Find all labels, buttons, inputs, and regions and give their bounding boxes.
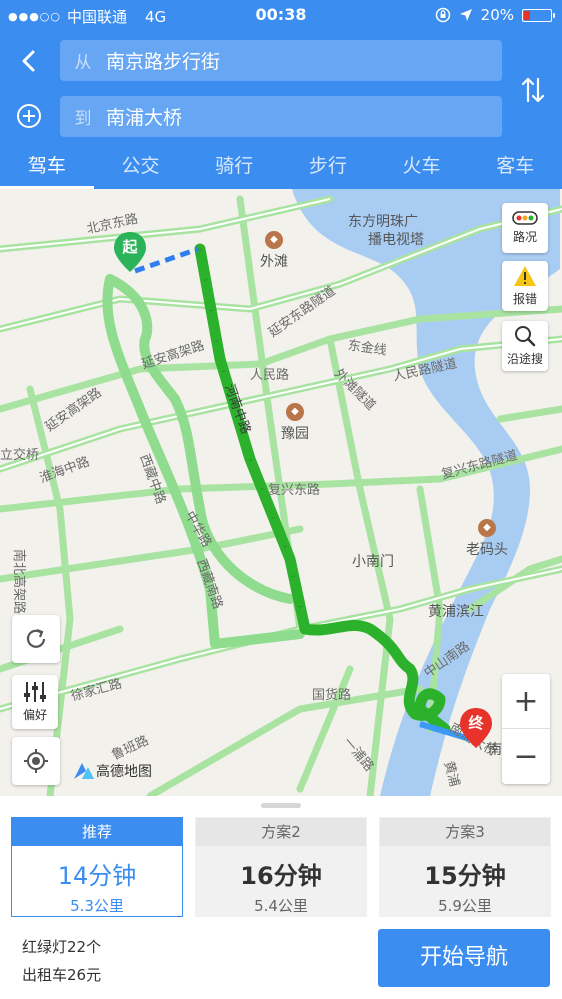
report-button[interactable]: 报错: [502, 261, 548, 311]
traffic-button[interactable]: 路况: [502, 203, 548, 253]
destination-field[interactable]: 到 南浦大桥: [60, 96, 502, 137]
label-lijiao: 立交桥: [0, 448, 40, 463]
taxi-fare: 出租车26元: [22, 966, 102, 984]
tab-bus[interactable]: 公交: [94, 144, 188, 189]
tab-walk[interactable]: 步行: [281, 144, 375, 189]
back-icon[interactable]: [12, 44, 46, 78]
location-arrow-icon: [459, 9, 472, 21]
destination-value: 南浦大桥: [106, 107, 183, 129]
zoom-out-button[interactable]: −: [502, 729, 550, 784]
route-card-3[interactable]: 方案3 15分钟 5.9公里: [379, 817, 551, 917]
along-search-button[interactable]: 沿途搜: [502, 321, 548, 371]
warning-icon: [514, 266, 536, 286]
refresh-icon: [26, 628, 46, 648]
locate-button[interactable]: [12, 737, 60, 785]
status-bar: ●●●○○ 中国联通 4G 00:38 20%: [0, 0, 562, 30]
route-panel: 推荐 14分钟 5.3公里 方案2 16分钟 5.4公里 方案3 15分钟 5.…: [0, 796, 562, 999]
locate-icon: [24, 749, 48, 773]
route-card-distance: 5.9公里: [438, 897, 492, 915]
preference-button[interactable]: 偏好: [12, 675, 58, 729]
add-waypoint-icon[interactable]: [14, 101, 44, 131]
route-card-distance: 5.3公里: [70, 897, 124, 915]
destination-prefix: 到: [74, 109, 92, 129]
label-bodian: 播电视塔: [368, 232, 424, 248]
poi-laomatou[interactable]: ◆ 老码头: [466, 519, 508, 559]
poi-laomatou-label: 老码头: [466, 542, 508, 558]
origin-value: 南京路步行街: [106, 51, 221, 73]
preference-label: 偏好: [22, 708, 47, 722]
route-card-distance: 5.4公里: [254, 897, 308, 915]
label-renmin: 人民路: [250, 368, 290, 383]
route-card-time: 16分钟: [240, 862, 322, 890]
end-marker-label: 终: [468, 714, 484, 732]
end-marker[interactable]: 终: [458, 706, 494, 754]
poi-waitan-label: 外滩: [260, 254, 288, 270]
traffic-light-count: 红绿灯22个: [22, 938, 102, 956]
poi-yuyuan-label: 豫园: [281, 426, 309, 442]
map-view[interactable]: 北京东路 ◆ 外滩 东方明珠广 播电视塔 延安东路隧道 延安高架路 延安高架路 东…: [0, 189, 562, 796]
origin-prefix: 从: [74, 53, 92, 73]
amap-logo: 高德地图: [72, 761, 152, 781]
tab-drive[interactable]: 驾车: [0, 144, 94, 189]
header: ●●●○○ 中国联通 4G 00:38 20% 从 南京路步行街 到 南浦大桥 …: [0, 0, 562, 189]
drag-handle[interactable]: [261, 803, 301, 808]
landmark-icon: ◆: [265, 231, 283, 249]
tab-train[interactable]: 火车: [375, 144, 469, 189]
along-search-label: 沿途搜: [506, 352, 543, 366]
traffic-button-label: 路况: [512, 230, 537, 244]
refresh-button[interactable]: [12, 615, 60, 663]
route-card-2[interactable]: 方案2 16分钟 5.4公里: [195, 817, 367, 917]
poi-yuyuan[interactable]: ◆ 豫园: [281, 403, 309, 443]
search-icon: [515, 326, 536, 347]
amap-logo-icon: [74, 763, 94, 779]
zoom-in-button[interactable]: +: [502, 674, 550, 729]
battery-level: [524, 10, 530, 20]
battery-icon: [522, 8, 555, 22]
settings-sliders-icon: [24, 682, 46, 702]
landmark-icon: ◆: [478, 519, 496, 537]
tab-coach[interactable]: 客车: [468, 144, 562, 189]
route-card-title: 推荐: [12, 818, 182, 846]
start-marker[interactable]: 起: [112, 230, 148, 278]
start-marker-label: 起: [122, 238, 138, 256]
route-card-1[interactable]: 推荐 14分钟 5.3公里: [11, 817, 183, 917]
route-card-time: 14分钟: [57, 862, 137, 890]
tab-bike[interactable]: 骑行: [187, 144, 281, 189]
label-nanbei: 南北高架路: [11, 549, 26, 615]
label-dongfang: 东方明珠广: [348, 214, 418, 230]
poi-waitan[interactable]: ◆ 外滩: [260, 231, 288, 271]
traffic-light-icon: [512, 211, 538, 225]
start-navigation-button[interactable]: 开始导航: [378, 929, 550, 987]
battery-percent: 20%: [480, 6, 514, 24]
route-card-time: 15分钟: [424, 862, 506, 890]
label-riverside: 黄浦滨江: [428, 604, 484, 620]
rotation-lock-icon: [435, 7, 450, 23]
transport-tabs: 驾车 公交 骑行 步行 火车 客车: [0, 144, 562, 189]
report-button-label: 报错: [512, 292, 537, 306]
route-card-title: 方案2: [196, 818, 366, 846]
label-guohuo: 国货路: [312, 688, 352, 703]
origin-field[interactable]: 从 南京路步行街: [60, 40, 502, 81]
zoom-control: + −: [502, 674, 550, 784]
label-xiaonanmen: 小南门: [352, 554, 394, 570]
landmark-icon: ◆: [286, 403, 304, 421]
amap-logo-text: 高德地图: [96, 764, 152, 780]
route-card-title: 方案3: [380, 818, 550, 846]
label-fuxing: 复兴东路: [268, 483, 321, 498]
swap-icon[interactable]: [518, 73, 548, 107]
